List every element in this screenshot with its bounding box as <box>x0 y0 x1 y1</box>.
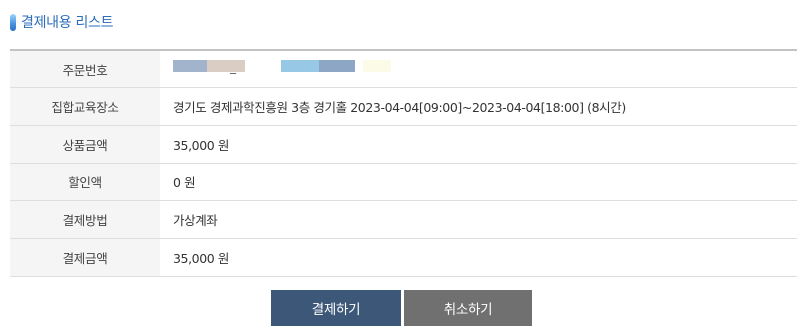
row-value: 35,000 원 <box>160 125 797 164</box>
section-header: 결제내용 리스트 <box>10 11 114 33</box>
row-label: 집합교육장소 <box>10 87 160 126</box>
cancel-button[interactable]: 취소하기 <box>404 290 532 326</box>
table-row-training-location: 집합교육장소 경기도 경제과학진흥원 3층 경기홀 2023-04-04[09:… <box>10 87 797 126</box>
order-number-redacted: _ <box>173 60 797 78</box>
order-number-separator: _ <box>230 60 236 75</box>
redaction-block <box>207 60 245 73</box>
payment-detail-table: 주문번호 _ 집합교육장소 경기도 경제과학진흥원 3층 경기홀 2023-04… <box>10 49 797 277</box>
row-label: 결제방법 <box>10 200 160 239</box>
redaction-block <box>363 60 391 73</box>
row-value: 가상계좌 <box>160 200 797 239</box>
table-row-payment-method: 결제방법 가상계좌 <box>10 200 797 239</box>
section-title: 결제내용 리스트 <box>21 15 114 31</box>
table-row-payment-amount: 결제금액 35,000 원 <box>10 238 797 277</box>
pill-bar-icon <box>10 13 16 31</box>
redaction-block <box>281 60 319 73</box>
row-label: 할인액 <box>10 163 160 202</box>
table-row-product-amount: 상품금액 35,000 원 <box>10 125 797 164</box>
redaction-block <box>173 60 207 73</box>
table-row-discount: 할인액 0 원 <box>10 163 797 202</box>
pay-button[interactable]: 결제하기 <box>271 290 401 326</box>
row-label: 결제금액 <box>10 238 160 277</box>
table-row-order-number: 주문번호 _ <box>10 50 797 89</box>
row-value: 경기도 경제과학진흥원 3층 경기홀 2023-04-04[09:00]~202… <box>160 87 797 126</box>
row-label: 상품금액 <box>10 125 160 164</box>
redaction-block <box>319 60 355 73</box>
row-value: 35,000 원 <box>160 238 797 277</box>
row-label: 주문번호 <box>10 50 160 89</box>
row-value: 0 원 <box>160 163 797 202</box>
order-number-value: _ <box>160 50 797 89</box>
